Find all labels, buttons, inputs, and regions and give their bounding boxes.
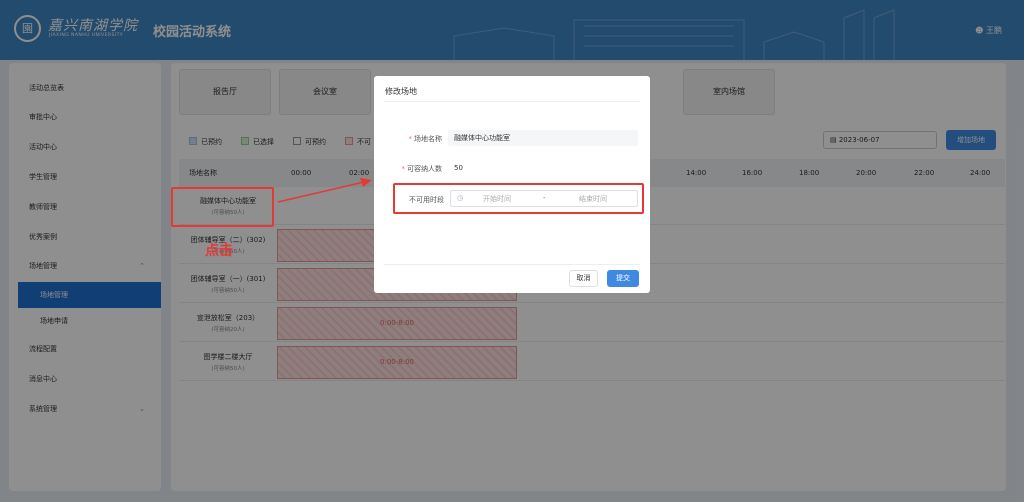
annotation-click-label: 点击 — [205, 243, 233, 259]
dialog-footer-divider — [384, 264, 640, 265]
cancel-button[interactable]: 取消 — [569, 270, 598, 287]
field-label: 场地名称 — [414, 135, 442, 143]
annotation-highlight-time-range — [393, 183, 644, 214]
venue-name-label: * 场地名称 — [384, 134, 443, 144]
venue-name-input[interactable]: 融媒体中心功能室 — [448, 130, 638, 146]
annotation-highlight-row — [171, 187, 274, 227]
field-label: 可容纳人数 — [407, 165, 442, 173]
dialog-title: 修改场地 — [385, 87, 417, 96]
capacity-label: * 可容纳人数 — [384, 164, 443, 174]
capacity-input[interactable]: 50 — [448, 160, 638, 176]
annotation-arrow-icon — [277, 178, 372, 203]
submit-button[interactable]: 提交 — [607, 270, 639, 287]
required-marker: * — [401, 165, 406, 173]
dialog-divider — [384, 101, 640, 102]
required-marker: * — [408, 135, 413, 143]
